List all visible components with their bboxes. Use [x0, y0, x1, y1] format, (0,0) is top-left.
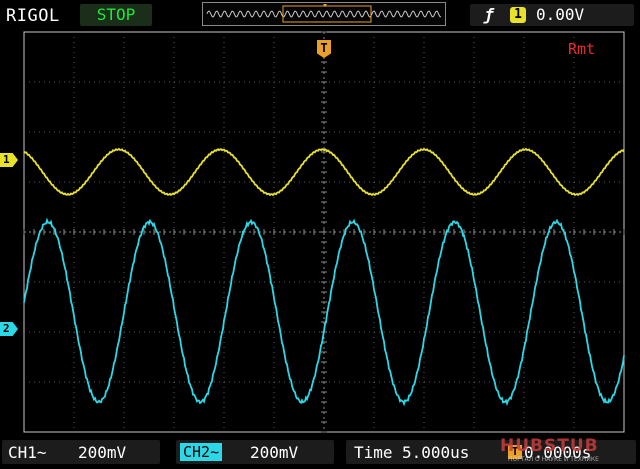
ch2-scale: 200mV — [250, 443, 299, 462]
timebase-label: Time — [354, 443, 393, 462]
waveform-display — [23, 31, 625, 433]
ch1-scale: 200mV — [78, 443, 127, 462]
watermark-logo: HUBSTUB — [500, 436, 599, 456]
watermark-tagline: ПОРТАЛ О НАУКЕ И ТЕХНИКЕ — [508, 456, 599, 463]
ch1-label: CH1~ — [8, 443, 47, 462]
ch2-label: CH2~ — [180, 443, 223, 461]
ch2-scale-readout[interactable]: CH2~ 200mV — [176, 440, 334, 464]
ch1-scale-readout[interactable]: CH1~ 200mV — [2, 440, 160, 464]
hubstub-watermark: HUBSTUB ПОРТАЛ О НАУКЕ И ТЕХНИКЕ — [498, 436, 640, 469]
timebase-scale: 5.000us — [402, 443, 470, 462]
remote-indicator: Rmt — [568, 40, 596, 58]
graticule — [23, 31, 625, 433]
